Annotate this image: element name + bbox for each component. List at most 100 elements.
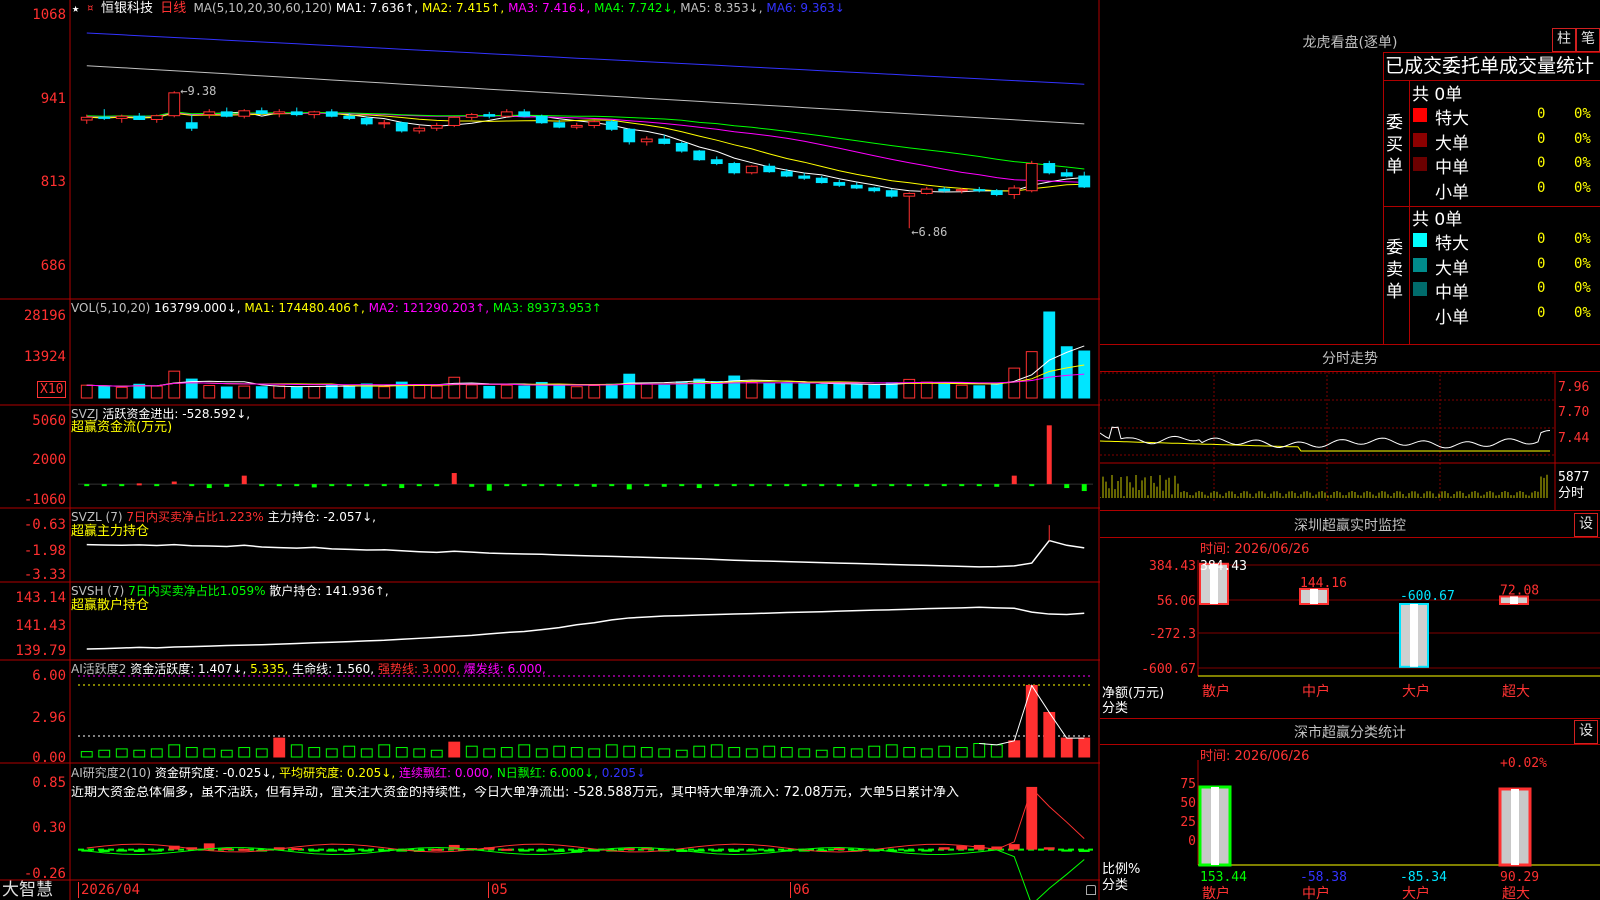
star-icon[interactable]: ★	[72, 1, 79, 15]
vol-bar	[150, 385, 163, 399]
lock-icon[interactable]	[1086, 885, 1096, 895]
candle	[518, 109, 531, 118]
buy-row-name: 中单	[1435, 158, 1469, 178]
ai-active-bar	[308, 747, 321, 758]
monitor-settings-button[interactable]: 设	[1574, 513, 1598, 537]
candle	[675, 141, 688, 153]
main-legend-item: MA1: 7.636↑,	[335, 1, 422, 15]
svzj-bar	[381, 484, 387, 487]
ai-active-bar	[1060, 737, 1073, 758]
svzj-bar	[399, 484, 405, 489]
candle	[903, 192, 916, 229]
candle	[115, 114, 128, 123]
vol-bar	[238, 385, 251, 399]
intraday-chart[interactable]: 7.96 7.70 7.44 5877分时	[1100, 371, 1600, 511]
buy-row-pct: 0%	[1574, 130, 1591, 147]
svsh-subtitle: 超赢散户持仓	[71, 598, 150, 613]
monitor-chart[interactable]: 384.43 56.06 -272.3 -600.67 384.43 散户 144.16 中户…	[1100, 540, 1600, 720]
candle	[430, 122, 443, 131]
svzj-bar	[766, 484, 772, 487]
svzj-bar	[84, 484, 90, 487]
buy-row-name: 小单	[1435, 182, 1469, 203]
buy-row-pct: 0%	[1574, 179, 1591, 196]
svzj-bar	[959, 484, 965, 487]
ai-research-bar	[98, 849, 110, 852]
monitor-bar-label: 72.08	[1500, 583, 1539, 598]
vol-bar	[1008, 367, 1021, 399]
dragon-side-divider	[1409, 80, 1410, 344]
candle	[465, 112, 478, 121]
sell-row-name: 小单	[1435, 307, 1469, 328]
classify-chart[interactable]: 75 50 25 0 153.44散户 -58.38中户 -85.34大户 90.29超大 +0…	[1100, 745, 1600, 900]
ai-research-bar	[956, 845, 968, 850]
candle	[395, 121, 408, 133]
ma-line	[86, 32, 1085, 85]
main-ytick: 686	[40, 258, 66, 274]
ai-active-bar	[203, 748, 216, 758]
candle	[570, 122, 583, 130]
vol-ytick: 28196	[23, 308, 66, 324]
monitor-category: 散户	[1202, 683, 1230, 700]
ai-research-bar	[623, 848, 635, 851]
svzj-bar	[206, 484, 212, 489]
tab-volume-stats[interactable]: 成交量统计	[1499, 55, 1594, 77]
svzl-legend-item: SVZL (7)	[71, 510, 127, 524]
buy-side-label: 委买单	[1386, 113, 1403, 177]
buy-row-count: 0	[1537, 155, 1546, 171]
dragon-title: 龙虎看盘(逐单)	[1302, 35, 1398, 51]
svzj-bar	[1081, 484, 1087, 492]
chart-svg[interactable]: ←9.38 ←6.86	[0, 0, 1100, 900]
brand-label[interactable]: 大智慧	[2, 880, 53, 900]
monitor-ytick: 384.43	[1149, 559, 1196, 574]
ai-active-bar	[885, 744, 898, 758]
ai-active-bar	[833, 747, 846, 758]
ai-research-bar	[903, 849, 915, 852]
tab-executed[interactable]: 已成交	[1385, 55, 1442, 77]
ai-active-legend-item: 强势线: 3.000,	[377, 662, 464, 676]
classify-settings-button[interactable]: 设	[1574, 720, 1598, 744]
monitor-bar-label: 384.43	[1200, 559, 1247, 574]
vol-bar	[868, 384, 881, 399]
vol-bar	[955, 384, 968, 399]
ai-active-bar	[133, 749, 146, 758]
vol-bar	[938, 383, 951, 399]
ai-active-bar	[710, 744, 723, 758]
buy-row-count: 0	[1537, 106, 1546, 122]
monitor-category: 中户	[1302, 683, 1330, 700]
sell-row-pct: 0%	[1574, 304, 1591, 321]
ai-active-legend: AI活跃度2 资金活跃度: 1.407↓, 5.335, 生命线: 1.560,…	[71, 662, 546, 676]
ai-active-ytick: 2.96	[32, 710, 66, 726]
bar-mode-button[interactable]: 柱	[1552, 28, 1576, 52]
ai-active-bar	[395, 747, 408, 758]
ai-research-bar	[151, 849, 163, 852]
monitor-bar	[1399, 603, 1429, 668]
ai-active-bar	[990, 744, 1003, 758]
candle	[168, 91, 181, 118]
vol-bar	[378, 386, 391, 399]
chart-area[interactable]: ←9.38 ←6.86 ★ ¤ 恒银科技 日线 MA(5,10,20,30,60,…	[0, 0, 1100, 900]
candle	[1025, 160, 1038, 193]
period-label[interactable]: 日线	[160, 1, 186, 16]
tab-orders[interactable]: 委托单	[1442, 55, 1499, 77]
ai-active-bar	[1043, 711, 1056, 758]
svsh-line	[86, 606, 1085, 650]
vol-bar	[623, 373, 636, 399]
ai-research-bar	[308, 849, 320, 852]
svzj-bar	[994, 484, 1000, 487]
high-marker: ←9.38	[180, 84, 216, 98]
vol-legend-item: MA1: 174480.406↑,	[244, 301, 369, 315]
svzl-legend-item: 主力持仓: -2.057↓,	[267, 510, 376, 524]
ai-research-bar	[833, 848, 845, 851]
pen-mode-button[interactable]: 笔	[1576, 28, 1600, 52]
svzj-bar	[1064, 484, 1070, 489]
stock-name[interactable]: 恒银科技	[101, 1, 153, 16]
svzj-bar	[171, 481, 177, 485]
candle	[745, 165, 758, 175]
candle	[728, 161, 741, 175]
ai-active-bar	[483, 748, 496, 758]
main-legend-item: MA(5,10,20,30,60,120)	[193, 1, 336, 15]
classify-category: 超大	[1502, 886, 1530, 900]
svzl-legend-item: 7日内买卖净占比1.223%	[126, 510, 268, 524]
ma-line	[86, 111, 1085, 183]
ai-active-bar	[290, 744, 303, 758]
